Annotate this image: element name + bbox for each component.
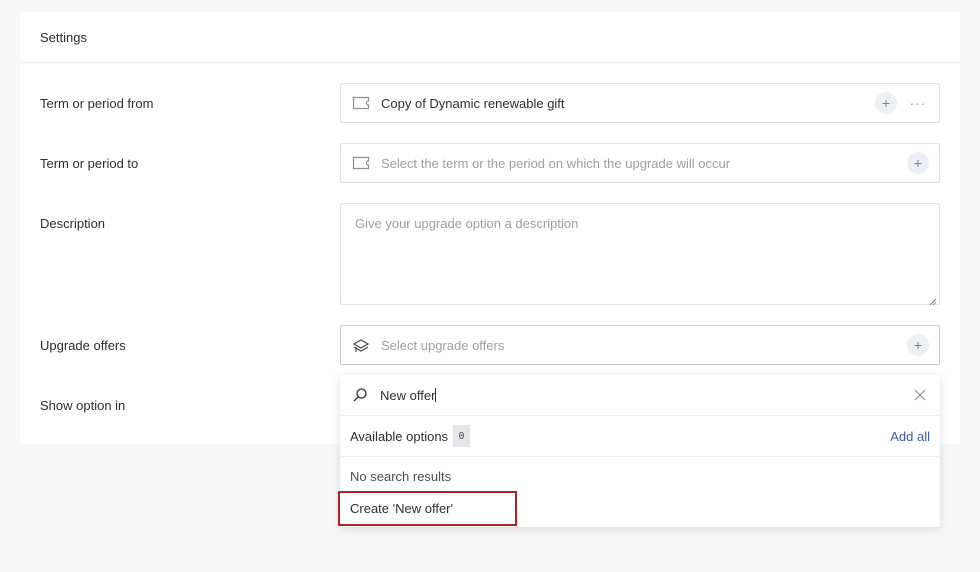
ticket-icon (351, 153, 371, 173)
term-from-value: Copy of Dynamic renewable gift (381, 95, 565, 111)
search-icon (350, 385, 370, 405)
upgrade-offers-field[interactable]: Select upgrade offers + (340, 325, 940, 365)
upgrade-offers-placeholder: Select upgrade offers (381, 337, 505, 353)
upgrade-offers-dropdown: New offer Available options 0 Add all No… (338, 375, 940, 527)
dropdown-search-bar[interactable]: New offer (340, 375, 940, 416)
term-from-field[interactable]: Copy of Dynamic renewable gift + ··· (340, 83, 940, 123)
term-from-more-button[interactable]: ··· (907, 92, 929, 114)
no-search-results-text: No search results (350, 469, 452, 484)
dropdown-search-input[interactable]: New offer (380, 387, 910, 403)
ticket-icon (351, 93, 371, 113)
description-textarea[interactable]: Give your upgrade option a description (340, 203, 940, 306)
upgrade-offers-add-button[interactable]: + (907, 334, 929, 356)
term-from-label: Term or period from (40, 96, 154, 111)
available-options-header: Available options 0 Add all (340, 416, 940, 457)
settings-title: Settings (40, 29, 87, 45)
add-all-link[interactable]: Add all (890, 429, 930, 444)
term-to-add-button[interactable]: + (907, 152, 929, 174)
offers-stack-icon (351, 335, 371, 355)
term-from-add-button[interactable]: + (875, 92, 897, 114)
settings-header: Settings (20, 12, 960, 63)
close-icon[interactable] (910, 385, 930, 405)
term-to-label: Term or period to (40, 156, 139, 171)
description-placeholder: Give your upgrade option a description (355, 216, 579, 231)
description-label: Description (40, 216, 106, 231)
show-option-in-label: Show option in (40, 398, 126, 413)
available-options-label: Available options (350, 428, 449, 444)
available-count-badge: 0 (453, 425, 471, 447)
upgrade-offers-label: Upgrade offers (40, 338, 126, 353)
text-caret (435, 387, 437, 402)
create-new-offer-label: Create 'New offer' (350, 501, 453, 516)
term-to-placeholder: Select the term or the period on which t… (381, 155, 731, 171)
resize-handle-icon[interactable] (929, 294, 937, 306)
term-to-field[interactable]: Select the term or the period on which t… (340, 143, 940, 183)
create-new-offer-option[interactable]: Create 'New offer' (338, 491, 517, 526)
